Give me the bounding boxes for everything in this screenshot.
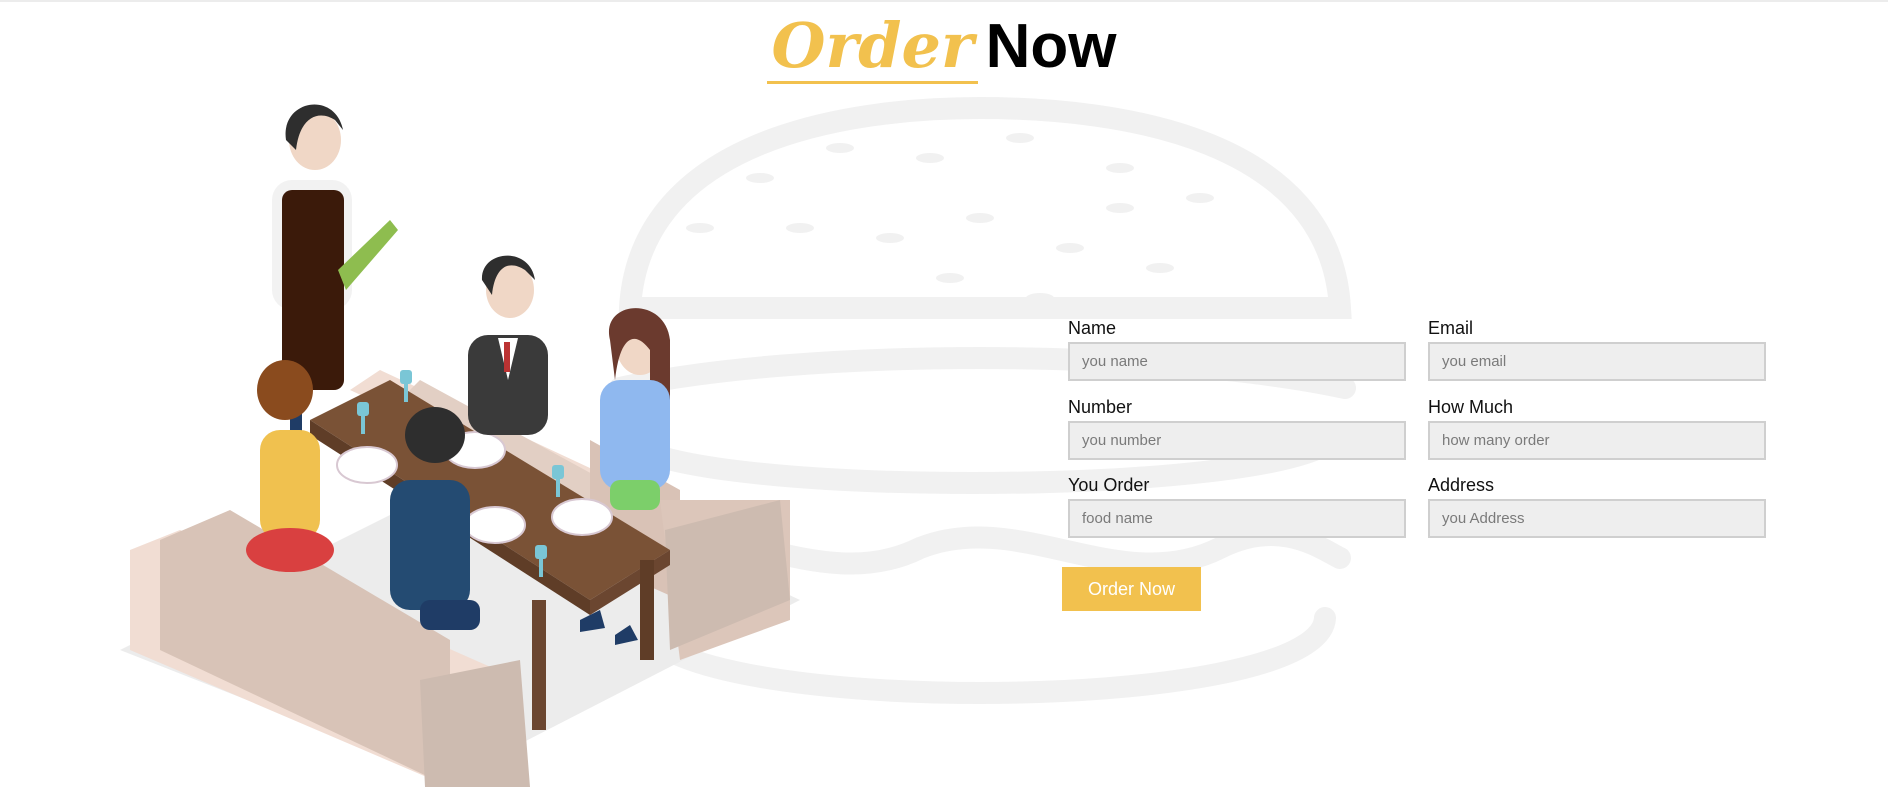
page-title: Order Now [0,10,1888,83]
number-input[interactable] [1068,421,1406,460]
address-input[interactable] [1428,499,1766,538]
order-input[interactable] [1068,499,1406,538]
how-much-field-group: How Much [1428,395,1766,460]
name-label: Name [1068,318,1117,338]
top-divider [0,0,1888,2]
order-label: You Order [1068,475,1150,495]
email-field-group: Email [1428,316,1766,381]
number-field-group: Number [1068,395,1406,460]
order-field-group: You Order [1068,473,1406,538]
title-main: Now [985,12,1117,81]
email-label: Email [1428,318,1474,338]
address-label: Address [1428,475,1495,495]
name-input[interactable] [1068,342,1406,381]
email-input[interactable] [1428,342,1766,381]
address-field-group: Address [1428,473,1766,538]
name-field-group: Name [1068,316,1406,381]
title-accent: Order [771,9,974,82]
number-label: Number [1068,397,1133,417]
restaurant-table-illustration [120,104,800,787]
how-much-input[interactable] [1428,421,1766,460]
how-much-label: How Much [1428,397,1514,417]
order-now-button[interactable]: Order Now [1062,567,1201,611]
